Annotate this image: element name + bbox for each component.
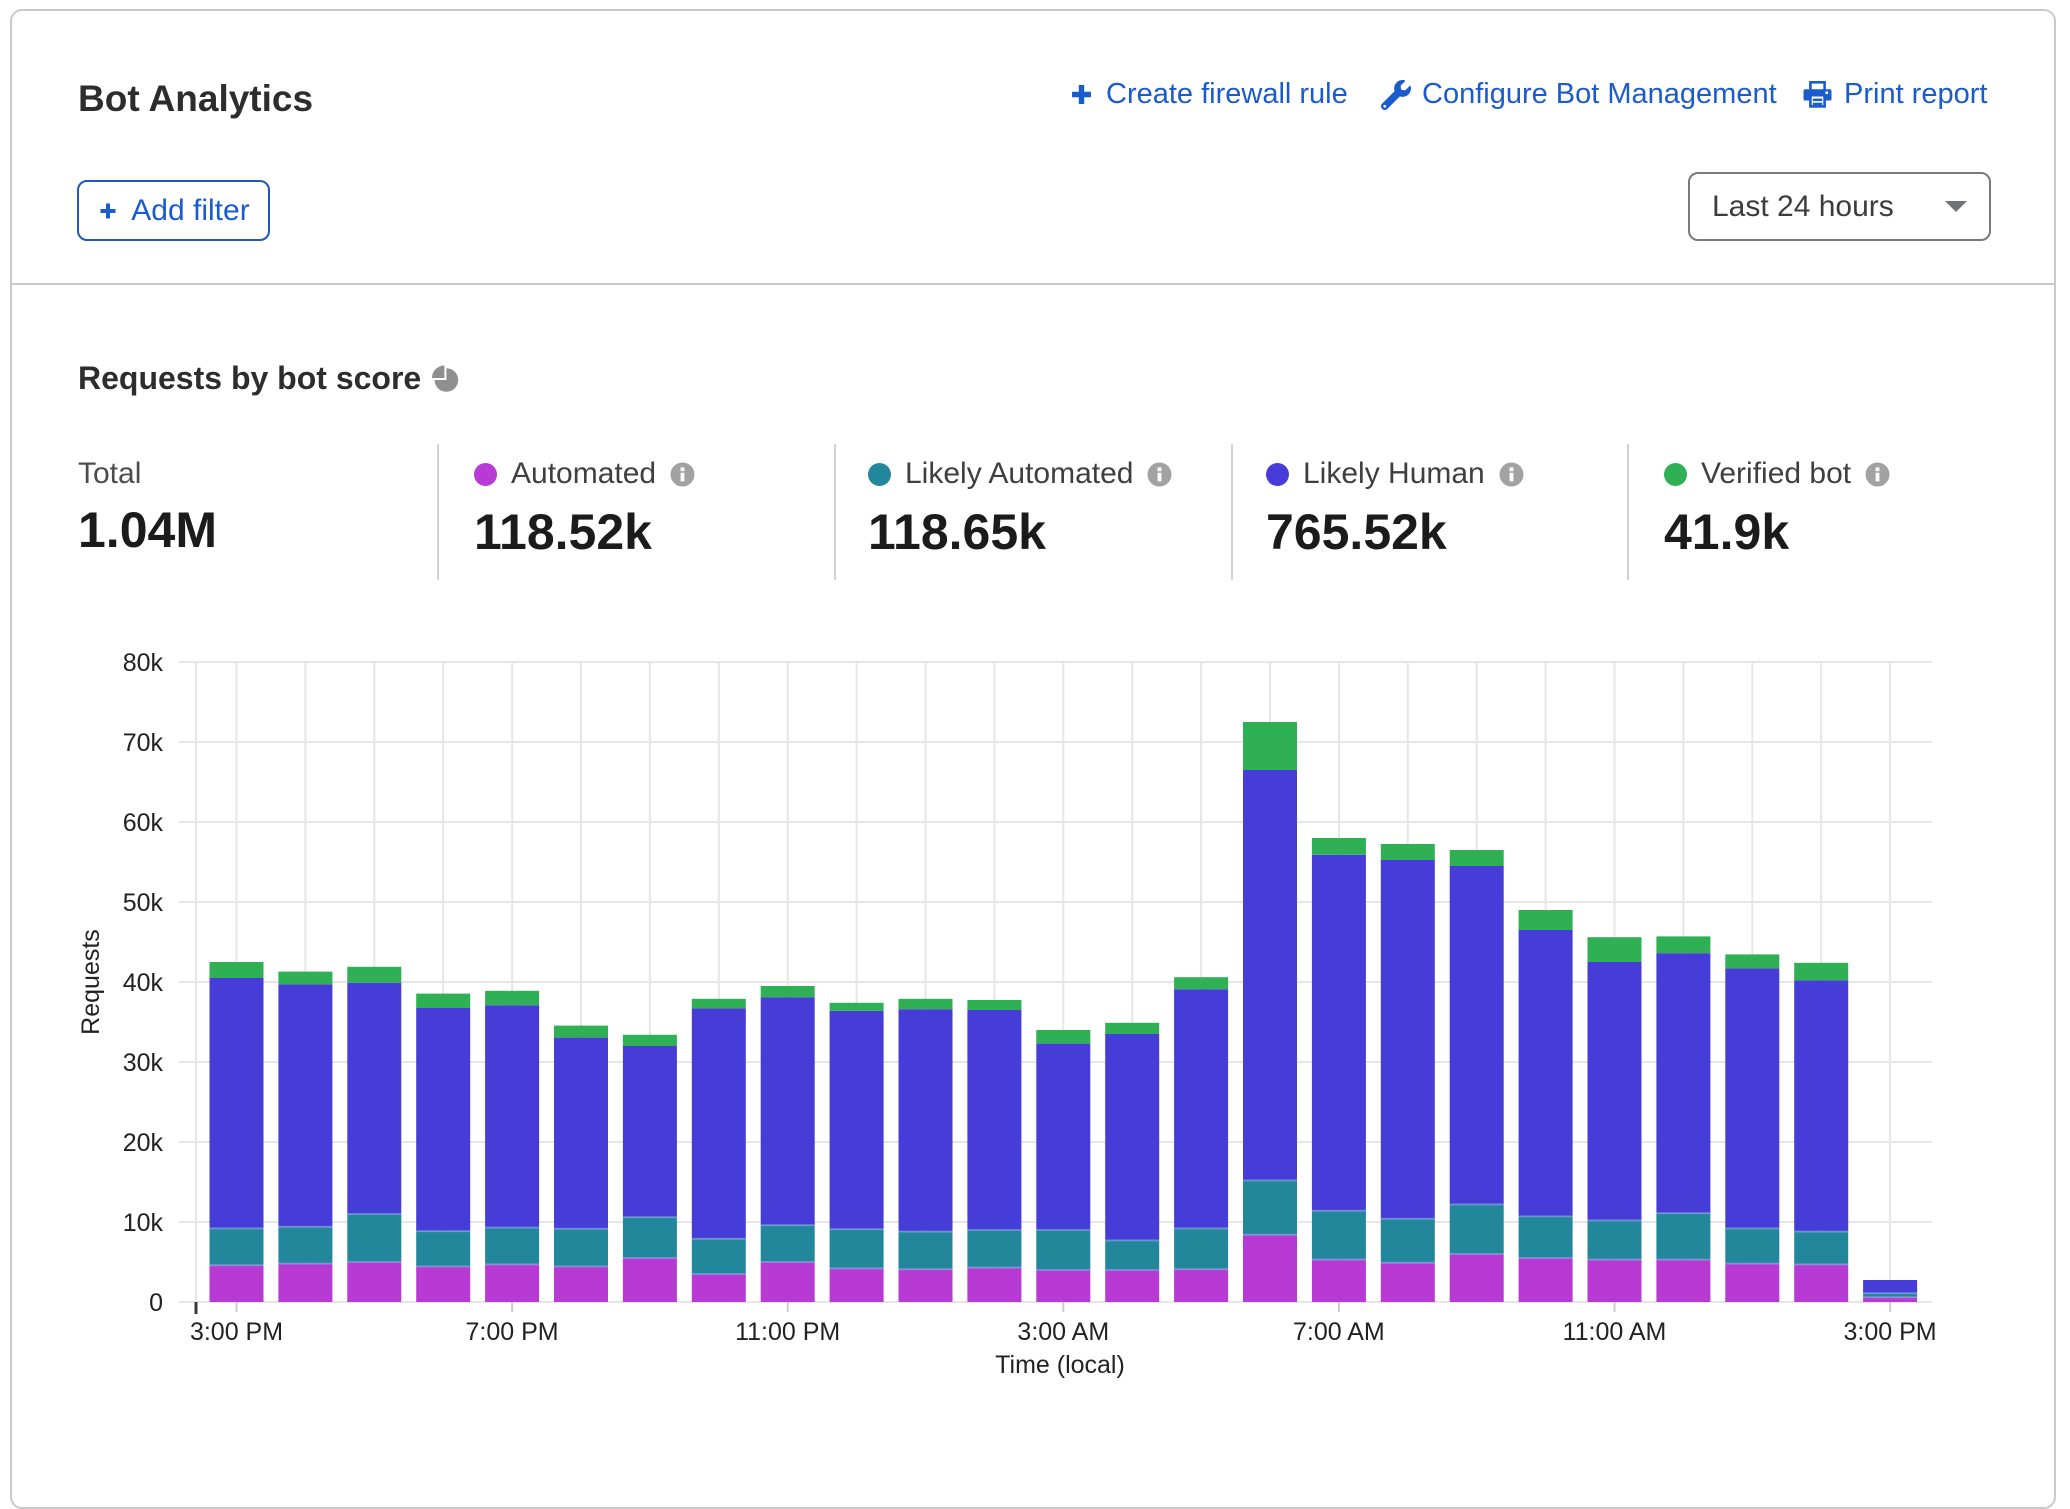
svg-text:60k: 60k (123, 809, 164, 837)
svg-text:80k: 80k (123, 649, 164, 677)
svg-text:11:00 PM: 11:00 PM (735, 1318, 840, 1346)
svg-text:11:00 AM: 11:00 AM (1563, 1318, 1667, 1346)
svg-text:3:00 PM: 3:00 PM (190, 1318, 283, 1346)
svg-text:10k: 10k (123, 1209, 164, 1237)
svg-text:20k: 20k (123, 1129, 164, 1157)
svg-text:30k: 30k (123, 1049, 164, 1077)
svg-text:Time (local): Time (local) (995, 1351, 1125, 1379)
svg-text:50k: 50k (123, 889, 164, 917)
svg-text:Requests: Requests (77, 929, 105, 1035)
svg-text:3:00 AM: 3:00 AM (1017, 1318, 1109, 1346)
svg-text:40k: 40k (123, 969, 164, 997)
svg-text:70k: 70k (123, 729, 164, 757)
svg-text:7:00 AM: 7:00 AM (1293, 1318, 1385, 1346)
svg-text:7:00 PM: 7:00 PM (466, 1318, 559, 1346)
svg-text:3:00 PM: 3:00 PM (1844, 1318, 1937, 1346)
svg-text:0: 0 (149, 1289, 163, 1317)
